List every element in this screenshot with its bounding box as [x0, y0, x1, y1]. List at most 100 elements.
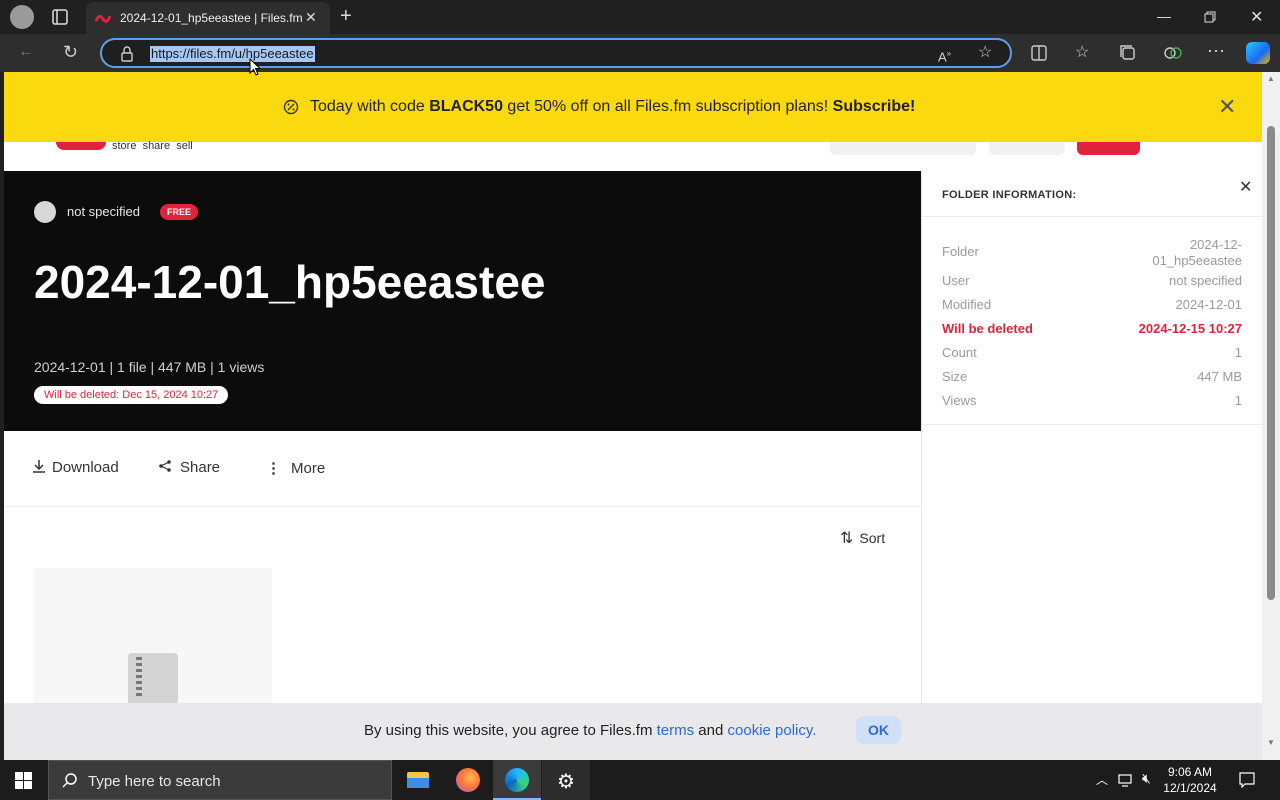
cookie-ok-button[interactable]: OK [856, 716, 901, 744]
info-heading: FOLDER INFORMATION: [942, 189, 1077, 201]
info-value: 447 MB [1197, 369, 1242, 384]
cookie-banner: By using this website, you agree to File… [4, 703, 1262, 760]
share-label: Share [180, 459, 221, 476]
download-icon [33, 460, 45, 473]
terms-link[interactable]: terms [657, 722, 695, 739]
info-label: Size [942, 369, 968, 384]
info-label: Folder [942, 244, 979, 259]
tab-title: 2024-12-01_hp5eeastee | Files.fm [120, 11, 302, 25]
plan-badge: FREE [160, 204, 199, 220]
profile-avatar[interactable] [10, 5, 34, 29]
taskbar-search-box[interactable]: Type here to search [48, 760, 392, 800]
promo-prefix: Today with code [310, 98, 430, 115]
file-explorer-icon[interactable] [395, 760, 443, 800]
read-aloud-icon[interactable]: A» [938, 46, 951, 65]
folder-title: 2024-12-01_hp5eeastee [34, 256, 546, 308]
show-hidden-icons-icon[interactable]: ︿ [1096, 771, 1108, 788]
volume-muted-icon[interactable]: 🔇︎ [1142, 770, 1151, 787]
promo-code: BLACK50 [429, 98, 503, 115]
favorite-star-icon[interactable]: ☆ [978, 45, 992, 61]
settings-gear-icon[interactable]: ⚙ [542, 760, 590, 800]
filesfm-logo[interactable] [56, 142, 106, 150]
info-value: 2024-12-15 10:27 [1138, 321, 1242, 336]
promo-text: Today with code BLACK50 get 50% off on a… [310, 98, 915, 116]
info-row-modified: Modified 2024-12-01 [942, 297, 1242, 312]
info-row-size: Size 447 MB [942, 369, 1242, 384]
close-promo-icon[interactable]: ✕ [1218, 94, 1236, 120]
close-panel-icon[interactable]: ✕ [1239, 177, 1252, 197]
system-clock[interactable]: 9:06 AM 12/1/2024 [1160, 764, 1220, 796]
folder-meta: 2024-12-01 | 1 file | 447 MB | 1 views [34, 359, 265, 375]
info-row-count: Count 1 [942, 345, 1242, 360]
download-label: Download [52, 459, 119, 476]
collections-icon[interactable] [1120, 45, 1136, 61]
scrollbar-thumb[interactable] [1267, 126, 1275, 600]
info-row-will-be-deleted: Will be deleted 2024-12-15 10:27 [942, 321, 1242, 336]
restore-icon[interactable] [1204, 11, 1216, 23]
cookie-prefix: By using this website, you agree to File… [364, 722, 657, 739]
zip-file-icon [128, 653, 178, 705]
browser-tab-bar: 2024-12-01_hp5eeastee | Files.fm ✕ + — ✕ [0, 0, 1280, 34]
windows-start-icon[interactable] [15, 772, 33, 790]
copilot-icon[interactable] [1246, 42, 1270, 64]
header-nav-item[interactable] [830, 142, 976, 155]
scroll-up-icon[interactable]: ▲ [1267, 74, 1275, 83]
minimize-icon[interactable]: — [1157, 8, 1171, 24]
page-scrollbar[interactable]: ▲ ▼ [1262, 72, 1280, 760]
cookie-policy-link[interactable]: cookie policy. [728, 722, 817, 739]
folder-hero: not specified FREE 2024-12-01_hp5eeastee… [4, 171, 921, 431]
search-icon [62, 773, 77, 788]
back-icon[interactable]: ← [18, 44, 34, 60]
new-tab-icon[interactable]: + [340, 5, 352, 28]
owner-avatar [34, 201, 56, 223]
windows-taskbar: Type here to search ⚙ ︿ 🔇︎ 9:06 AM 12/1/… [0, 760, 1280, 800]
folder-info-panel: FOLDER INFORMATION: ✕ Folder 2024-12- 01… [921, 171, 1262, 760]
notifications-icon[interactable] [1239, 772, 1255, 788]
search-placeholder: Type here to search [88, 773, 221, 790]
more-button[interactable]: ⋮ More [266, 459, 325, 477]
scroll-down-icon[interactable]: ▼ [1267, 738, 1275, 747]
subscribe-link[interactable]: Subscribe! [833, 98, 916, 115]
info-value: 2024-12-01 [1175, 297, 1243, 312]
address-bar[interactable]: https://files.fm/u/hp5eeastee A» ☆ [100, 38, 1012, 68]
firefox-icon[interactable] [444, 760, 492, 800]
header-nav-item[interactable] [989, 142, 1065, 155]
info-label: Count [942, 345, 977, 360]
cookie-and: and [694, 722, 728, 739]
download-button[interactable]: Download [32, 459, 119, 476]
sort-label: Sort [859, 530, 886, 546]
folder-actions: Download Share ⋮ More [4, 431, 921, 507]
cookie-text: By using this website, you agree to File… [364, 722, 816, 739]
info-label: Will be deleted [942, 321, 1033, 336]
logo-tagline: store share sell [112, 140, 193, 152]
split-screen-icon[interactable] [1031, 45, 1047, 61]
more-vertical-icon: ⋮ [266, 460, 281, 477]
edge-icon[interactable] [493, 760, 541, 800]
info-row-views: Views 1 [942, 393, 1242, 408]
owner-name: not specified [67, 204, 140, 219]
lock-icon[interactable] [120, 46, 134, 62]
settings-more-icon[interactable]: ⋯ [1207, 42, 1225, 60]
favorites-icon[interactable]: ☆ [1075, 45, 1089, 61]
extensions-icon[interactable] [1164, 45, 1182, 61]
url-text[interactable]: https://files.fm/u/hp5eeastee [150, 46, 315, 62]
browser-toolbar: ← ↻ https://files.fm/u/hp5eeastee A» ☆ ☆… [0, 34, 1280, 72]
network-icon[interactable] [1118, 773, 1134, 787]
info-label: User [942, 273, 970, 288]
share-button[interactable]: Share [158, 459, 220, 476]
close-tab-icon[interactable]: ✕ [305, 9, 317, 26]
sort-button[interactable]: ⇅ Sort [840, 528, 885, 548]
active-tab[interactable]: 2024-12-01_hp5eeastee | Files.fm ✕ [86, 2, 330, 34]
refresh-icon[interactable]: ↻ [63, 43, 78, 61]
delete-notice-badge: Will be deleted: Dec 15, 2024 10:27 [34, 386, 229, 404]
info-label: Modified [942, 297, 992, 312]
tab-actions-icon[interactable] [52, 9, 68, 25]
clock-time: 9:06 AM [1167, 765, 1213, 779]
site-header: store share sell [4, 140, 1262, 171]
mouse-cursor-icon [249, 58, 261, 76]
web-page: Today with code BLACK50 get 50% off on a… [4, 72, 1262, 760]
info-value: 1 [1234, 345, 1242, 360]
close-window-icon[interactable]: ✕ [1250, 7, 1263, 27]
discount-icon [283, 99, 299, 115]
header-signup-button[interactable] [1077, 142, 1140, 155]
